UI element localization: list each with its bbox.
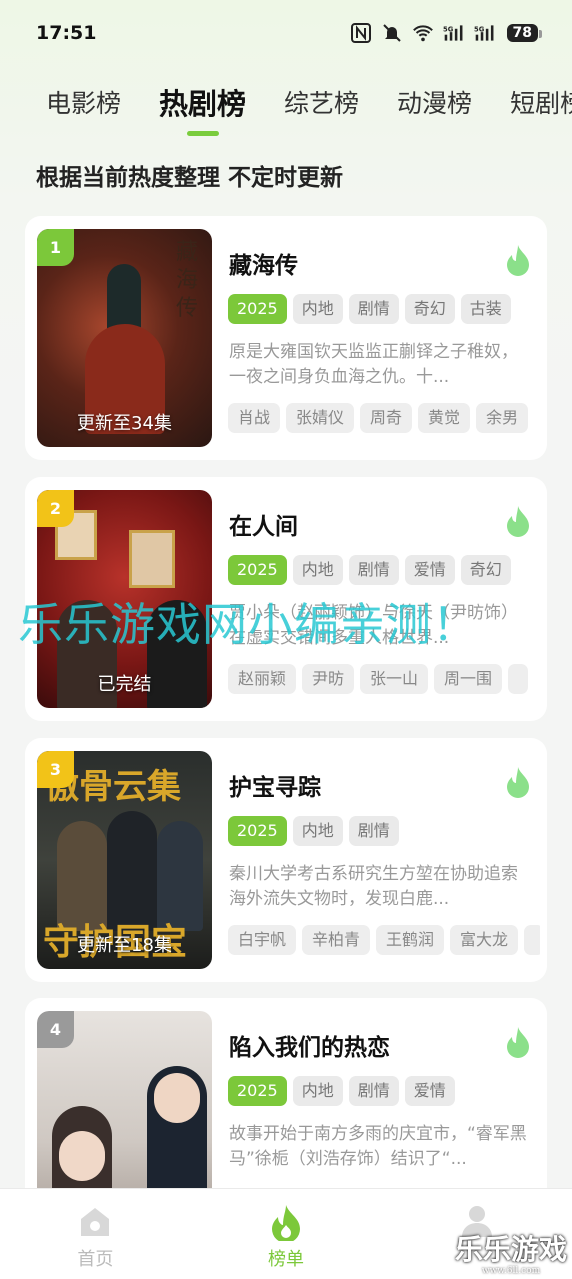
- episode-status: 更新至18集: [77, 935, 172, 956]
- corner-watermark: 乐乐游戏 www.6ll.com: [452, 1228, 570, 1276]
- tab-anime[interactable]: 动漫榜: [397, 78, 472, 130]
- flame-icon: [507, 767, 529, 798]
- drama-description: 故事开始于南方多雨的庆宜市，“睿军黑马”徐栀（刘浩存饰）结识了“...: [229, 1124, 527, 1169]
- nfc-icon: [350, 23, 371, 43]
- episode-status: 已完结: [97, 674, 152, 695]
- nav-rankings[interactable]: 榜单: [191, 1189, 382, 1279]
- ranking-tabs: 电影榜 热剧榜 综艺榜 动漫榜 短剧榜: [0, 78, 572, 138]
- tag-list: 2025 内地 剧情 奇幻 古装: [228, 294, 511, 324]
- tab-short-dramas[interactable]: 短剧榜: [510, 78, 572, 130]
- genre-tag: 剧情: [348, 1076, 399, 1106]
- tab-movies[interactable]: 电影榜: [46, 78, 121, 130]
- flame-icon: [272, 1205, 300, 1241]
- actor-chip[interactable]: [508, 664, 529, 694]
- year-tag: 2025: [228, 555, 287, 585]
- actor-chip[interactable]: 辛柏青: [302, 925, 371, 955]
- actor-chip[interactable]: 肖战: [228, 403, 281, 433]
- actor-chip[interactable]: 白宇帆: [228, 925, 297, 955]
- poster-calligraphy: 藏海传: [176, 240, 199, 321]
- mute-bell-icon: [382, 24, 401, 42]
- tab-hot-dramas[interactable]: 热剧榜: [159, 78, 246, 130]
- flame-icon: [507, 1027, 529, 1058]
- rank-badge: 2: [37, 490, 74, 527]
- corner-watermark-title: 乐乐游戏: [454, 1233, 567, 1266]
- ranking-subtitle: 根据当前热度整理 不定时更新: [36, 165, 344, 191]
- actor-list: 白宇帆 辛柏青 王鹤润 富大龙: [228, 925, 540, 955]
- nav-rankings-label: 榜单: [268, 1249, 304, 1270]
- actor-chip[interactable]: 富大龙: [450, 925, 519, 955]
- actor-chip[interactable]: 黄觉: [418, 403, 471, 433]
- region-tag: 内地: [292, 294, 343, 324]
- flame-icon: [507, 506, 529, 537]
- drama-description: 原是大雍国钦天监监正蒯铎之子稚奴，一夜之间身负血海之仇。十...: [229, 342, 518, 387]
- drama-card[interactable]: 傲骨云集 守护国宝 3 更新至18集 护宝寻踪 2025 内地 剧情 秦川大学考…: [25, 738, 547, 982]
- actor-chip[interactable]: 余男: [476, 403, 529, 433]
- year-tag: 2025: [228, 816, 287, 846]
- wifi-icon: [412, 25, 433, 42]
- signal-5g-icon: 5G: [474, 25, 493, 41]
- drama-title: 在人间: [229, 514, 298, 540]
- genre-tag: 奇幻: [404, 294, 455, 324]
- battery-indicator: 78: [506, 24, 543, 42]
- actor-chip[interactable]: 张一山: [360, 664, 429, 694]
- drama-description: 秦川大学考古系研究生方堃在协助追索海外流失文物时，发现白鹿...: [229, 864, 518, 909]
- drama-card[interactable]: 藏海传 1 更新至34集 藏海传 2025 内地 剧情 奇幻 古装 原是大雍国钦…: [25, 216, 547, 460]
- flame-icon: [507, 245, 529, 276]
- drama-title: 陷入我们的热恋: [229, 1035, 390, 1061]
- status-time: 17:51: [36, 22, 97, 44]
- tag-list: 2025 内地 剧情 爱情: [228, 1076, 455, 1106]
- tag-list: 2025 内地 剧情 爱情 奇幻: [228, 555, 511, 585]
- actor-chip[interactable]: [524, 925, 540, 955]
- watermark-text: 乐乐游戏网小编亲测！: [18, 598, 479, 651]
- poster-image[interactable]: 傲骨云集 守护国宝 3 更新至18集: [37, 751, 212, 969]
- svg-text:5G: 5G: [474, 25, 485, 33]
- nav-home[interactable]: 首页: [0, 1189, 191, 1279]
- tab-variety[interactable]: 综艺榜: [284, 78, 359, 130]
- home-icon: [81, 1208, 110, 1236]
- actor-list: 赵丽颖 尹昉 张一山 周一围: [228, 664, 540, 694]
- status-icons: 5G 5G 78: [350, 23, 543, 43]
- genre-tag: 剧情: [348, 294, 399, 324]
- genre-tag: 古装: [460, 294, 511, 324]
- actor-chip[interactable]: 张婧仪: [286, 403, 355, 433]
- actor-chip[interactable]: 尹昉: [302, 664, 355, 694]
- episode-status: 更新至34集: [77, 413, 172, 434]
- rank-badge: 4: [37, 1011, 74, 1048]
- actor-list: 肖战 张婧仪 周奇 黄觉 余男: [228, 403, 540, 433]
- actor-chip[interactable]: 王鹤润: [376, 925, 445, 955]
- nav-home-label: 首页: [77, 1249, 114, 1270]
- signal-5g-icon: 5G: [443, 25, 462, 41]
- rank-badge: 1: [37, 229, 74, 266]
- region-tag: 内地: [292, 1076, 343, 1106]
- genre-tag: 奇幻: [460, 555, 511, 585]
- status-bar: 17:51 5G 5G 78: [0, 0, 572, 66]
- year-tag: 2025: [228, 294, 287, 324]
- rank-badge: 3: [37, 751, 74, 788]
- svg-text:5G: 5G: [443, 25, 454, 33]
- actor-chip[interactable]: 周奇: [360, 403, 413, 433]
- region-tag: 内地: [292, 816, 343, 846]
- genre-tag: 爱情: [404, 1076, 455, 1106]
- drama-title: 护宝寻踪: [229, 775, 321, 801]
- actor-chip[interactable]: 周一围: [434, 664, 503, 694]
- genre-tag: 剧情: [348, 816, 399, 846]
- region-tag: 内地: [292, 555, 343, 585]
- poster-image[interactable]: 藏海传 1 更新至34集: [37, 229, 212, 447]
- genre-tag: 爱情: [404, 555, 455, 585]
- genre-tag: 剧情: [348, 555, 399, 585]
- actor-chip[interactable]: 赵丽颖: [228, 664, 297, 694]
- drama-title: 藏海传: [229, 253, 298, 279]
- year-tag: 2025: [228, 1076, 287, 1106]
- tag-list: 2025 内地 剧情: [228, 816, 399, 846]
